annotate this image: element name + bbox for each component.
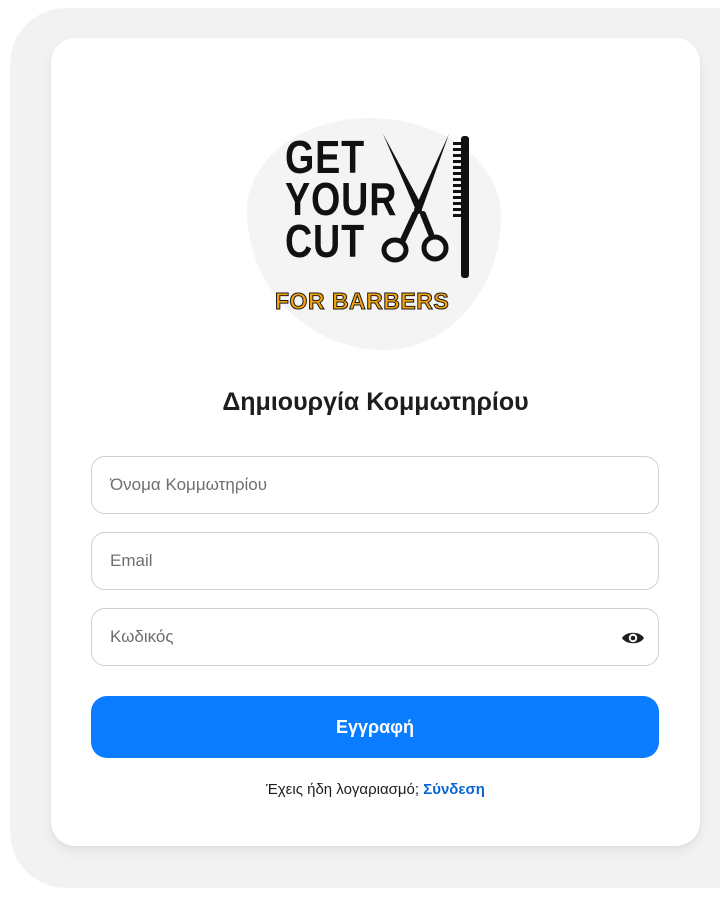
eye-icon[interactable] bbox=[620, 625, 646, 651]
logo-subtitle: FOR BARBERS bbox=[274, 288, 450, 315]
login-prompt: Έχεις ήδη λογαριασμό; Σύνδεση bbox=[51, 781, 700, 798]
password-input[interactable] bbox=[92, 609, 658, 665]
email-field[interactable] bbox=[91, 532, 659, 590]
logo: GET YOUR CUT FOR BARBERS bbox=[247, 118, 501, 350]
email-input[interactable] bbox=[92, 533, 658, 589]
signup-card: GET YOUR CUT FOR BARBERS Δημιουργία Κομμ… bbox=[51, 38, 700, 846]
page-title: Δημιουργία Κομμωτηρίου bbox=[222, 388, 529, 416]
login-link[interactable]: Σύνδεση bbox=[423, 781, 485, 798]
salon-name-field[interactable] bbox=[91, 456, 659, 514]
scissors-comb-icon bbox=[381, 134, 469, 278]
register-button[interactable]: Εγγραφή bbox=[91, 696, 659, 758]
salon-name-input[interactable] bbox=[92, 457, 658, 513]
password-field[interactable] bbox=[91, 608, 659, 666]
login-prompt-text: Έχεις ήδη λογαριασμό; bbox=[266, 781, 420, 798]
